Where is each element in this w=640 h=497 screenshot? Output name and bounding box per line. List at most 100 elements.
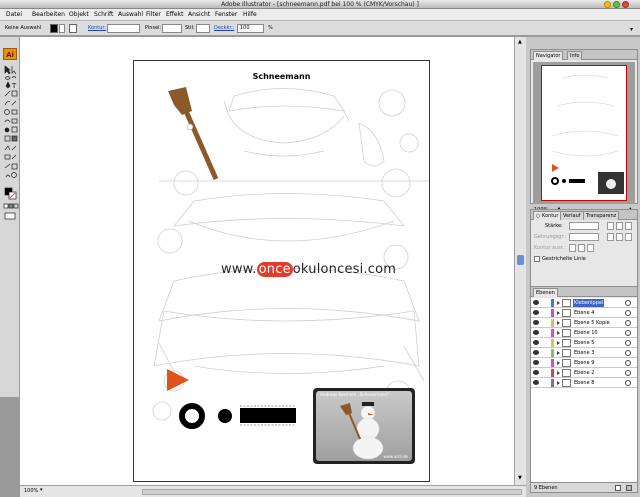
deckkraft-field[interactable]: 100 [237,24,264,33]
tab-transparenz[interactable]: Transparenz [583,211,620,220]
document-canvas[interactable]: Schneemann www. once okuloncesi.com Andr… [20,37,514,485]
expand-triangle-icon[interactable] [557,371,560,375]
staerke-field[interactable] [569,222,599,230]
expand-triangle-icon[interactable] [557,381,560,385]
scroll-up-icon[interactable]: ▲ [518,39,522,45]
expand-triangle-icon[interactable] [557,331,560,335]
align-outside-button[interactable] [587,244,594,252]
dashed-checkbox[interactable] [534,256,540,262]
scroll-down-icon[interactable]: ▼ [518,475,522,481]
horizontal-scrollbar[interactable] [142,489,522,495]
layer-name[interactable]: Ebene 9 [573,359,595,367]
tab-verlauf[interactable]: Verlauf [560,211,584,220]
tab-kontur[interactable]: ○ Kontur [533,211,562,220]
pinsel-field[interactable] [162,24,182,33]
layer-target-icon[interactable] [625,340,631,346]
kontur-link[interactable]: Kontur: [88,24,106,33]
layer-target-icon[interactable] [625,320,631,326]
layer-row[interactable]: Ebene 4 [531,308,637,318]
layer-name[interactable]: Ebene 4 [573,309,595,317]
layer-target-icon[interactable] [625,300,631,306]
layer-row[interactable]: Ebene 8 [531,378,637,388]
visibility-eye-icon[interactable] [533,340,539,345]
deckkraft-link[interactable]: Deckkr.: [214,24,234,33]
tab-navigator[interactable]: Navigator [533,51,564,60]
menu-objekt[interactable]: Objekt [69,9,89,21]
visibility-eye-icon[interactable] [533,370,539,375]
cap-round-button[interactable] [616,222,623,230]
zoom-dropdown-icon[interactable]: ▾ [40,487,43,493]
scroll-thumb[interactable] [517,255,524,265]
layer-target-icon[interactable] [625,380,631,386]
layer-name[interactable]: Ebene 5 [573,339,595,347]
layer-name[interactable]: Ebene 3 [573,349,595,357]
visibility-eye-icon[interactable] [533,350,539,355]
fill-dropdown[interactable] [59,24,65,33]
cap-butt-button[interactable] [607,222,614,230]
minimize-button[interactable] [604,1,611,8]
new-layer-icon[interactable] [615,485,621,491]
join-round-button[interactable] [616,233,623,241]
layer-row[interactable]: Ebene 9 [531,358,637,368]
maximize-button[interactable] [613,1,620,8]
navigator-thumbnail-drawing [551,74,624,194]
stil-field[interactable] [196,24,210,33]
control-menu-icon[interactable]: ▾ [630,26,633,33]
expand-triangle-icon[interactable] [557,361,560,365]
gehrung-field[interactable] [569,233,599,241]
warp-tool-icon [4,119,11,123]
visibility-eye-icon[interactable] [533,300,539,305]
tab-info[interactable]: Info [567,51,583,60]
layer-target-icon[interactable] [625,370,631,376]
layer-target-icon[interactable] [625,330,631,336]
layer-row[interactable]: Ebene 5 Kopie [531,318,637,328]
expand-triangle-icon[interactable] [557,301,560,305]
menu-hilfe[interactable]: Hilfe [243,9,257,21]
layer-target-icon[interactable] [625,310,631,316]
layer-name[interactable]: Ebene 10 [573,329,599,337]
layer-row[interactable]: Ebene 10 [531,328,637,338]
layer-name[interactable]: Ebene 2 [573,369,595,377]
align-center-button[interactable] [569,244,576,252]
layer-target-icon[interactable] [625,360,631,366]
navigator-preview[interactable] [533,62,635,204]
expand-triangle-icon[interactable] [557,311,560,315]
menu-bearbeiten[interactable]: Bearbeiten [32,9,65,21]
delete-layer-icon[interactable] [626,485,632,491]
visibility-eye-icon[interactable] [533,310,539,315]
expand-triangle-icon[interactable] [557,351,560,355]
menu-datei[interactable]: Datei [6,9,22,21]
layer-row[interactable]: Ebene 5 [531,338,637,348]
menu-auswahl[interactable]: Auswahl [118,9,143,21]
menu-effekt[interactable]: Effekt [166,9,183,21]
cap-square-button[interactable] [625,222,632,230]
menu-schrift[interactable]: Schrift [94,9,113,21]
visibility-eye-icon[interactable] [533,330,539,335]
menu-filter[interactable]: Filter [146,9,161,21]
zoom-level[interactable]: 100% [24,488,38,494]
layer-row[interactable]: Ebene 3 [531,348,637,358]
layer-row[interactable]: Ebene 2 [531,368,637,378]
visibility-eye-icon[interactable] [533,320,539,325]
tab-ebenen[interactable]: Ebenen [533,288,558,297]
visibility-eye-icon[interactable] [533,360,539,365]
expand-triangle-icon[interactable] [557,321,560,325]
vertical-scrollbar[interactable]: ▲ ▼ [514,37,526,485]
join-miter-button[interactable] [607,233,614,241]
expand-triangle-icon[interactable] [557,341,560,345]
visibility-eye-icon[interactable] [533,380,539,385]
layer-target-icon[interactable] [625,350,631,356]
layer-thumbnail [562,339,571,347]
close-button[interactable] [622,1,629,8]
layer-name[interactable]: Ebene 5 Kopie [573,319,611,327]
fill-swatch[interactable] [50,24,58,33]
menu-fenster[interactable]: Fenster [215,9,237,21]
align-inside-button[interactable] [578,244,585,252]
menu-ansicht[interactable]: Ansicht [188,9,210,21]
layer-name[interactable]: Ebene 8 [573,379,595,387]
layer-name[interactable]: Klebenippel [573,299,605,307]
stroke-swatch[interactable] [69,24,77,33]
join-bevel-button[interactable] [625,233,632,241]
layer-row[interactable]: Klebenippel [531,298,637,308]
kontur-field[interactable] [107,24,140,33]
